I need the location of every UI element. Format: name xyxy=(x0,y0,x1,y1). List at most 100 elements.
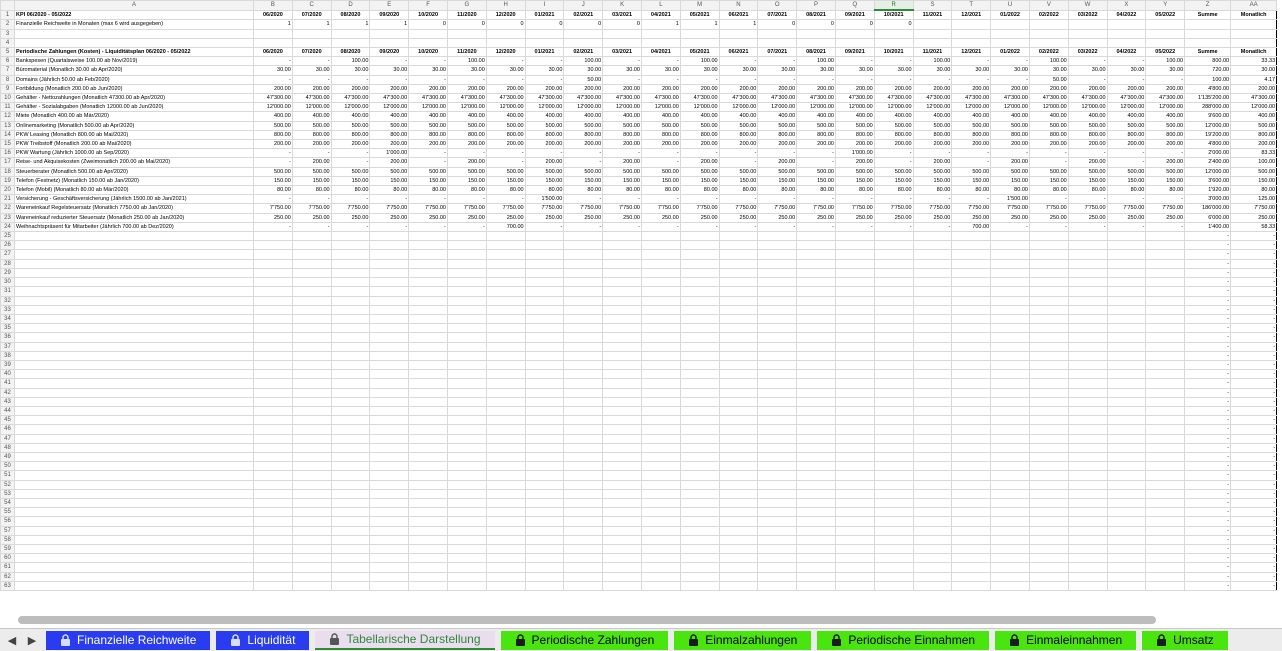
cell[interactable] xyxy=(1106,562,1147,573)
cost-value[interactable]: 800.00 xyxy=(757,129,798,141)
cost-value[interactable]: 200.00 xyxy=(524,83,565,95)
cell[interactable] xyxy=(602,267,642,279)
cell[interactable] xyxy=(912,332,953,343)
cost-value[interactable]: 30.00 xyxy=(718,65,759,76)
sum-dash[interactable]: - xyxy=(1184,258,1232,269)
cell[interactable] xyxy=(563,534,604,545)
column-header-f[interactable]: F xyxy=(408,0,448,11)
cost-value[interactable]: 150.00 xyxy=(563,175,604,187)
cell[interactable] xyxy=(1106,359,1147,371)
cell[interactable] xyxy=(524,323,565,334)
cell[interactable] xyxy=(912,267,953,279)
cost-sum[interactable]: 1'400.00 xyxy=(1184,221,1232,233)
cell[interactable] xyxy=(369,249,410,260)
cost-value[interactable]: 800.00 xyxy=(951,129,992,141)
cell[interactable] xyxy=(1067,350,1108,361)
month-header[interactable]: 10/2020 xyxy=(408,9,448,21)
cost-value[interactable]: 500.00 xyxy=(912,120,953,131)
cell[interactable] xyxy=(524,553,565,564)
cell[interactable] xyxy=(253,424,293,435)
cost-value[interactable]: 47'300.00 xyxy=(524,93,565,104)
cell[interactable] xyxy=(14,488,254,499)
cell[interactable] xyxy=(1145,534,1186,545)
cell[interactable] xyxy=(951,442,992,453)
cell[interactable] xyxy=(640,562,681,573)
cost-value[interactable]: - xyxy=(408,157,448,168)
cell[interactable] xyxy=(14,516,254,527)
cell[interactable] xyxy=(330,258,371,269)
cell[interactable] xyxy=(563,313,604,325)
cost-value[interactable]: 200.00 xyxy=(873,139,914,150)
cost-value[interactable]: 80.00 xyxy=(951,185,992,196)
cell[interactable] xyxy=(990,525,1030,536)
cell[interactable] xyxy=(679,534,720,545)
cell[interactable] xyxy=(485,396,526,407)
cell[interactable] xyxy=(446,350,487,361)
cost-value[interactable]: 47'300.00 xyxy=(369,93,410,104)
cost-value[interactable]: 200.00 xyxy=(253,83,293,95)
cell[interactable] xyxy=(485,580,526,592)
cost-value[interactable]: 800.00 xyxy=(602,129,642,141)
cell[interactable] xyxy=(524,516,565,527)
cell[interactable] xyxy=(14,359,254,371)
cell[interactable] xyxy=(14,451,254,463)
month-header[interactable]: 10/2021 xyxy=(873,9,914,21)
cell[interactable] xyxy=(951,341,992,352)
cell[interactable] xyxy=(718,295,759,306)
cost-value[interactable]: - xyxy=(718,74,759,85)
cell[interactable] xyxy=(369,258,410,269)
cell[interactable] xyxy=(602,258,642,269)
cost-value[interactable]: - xyxy=(834,221,875,233)
cell[interactable] xyxy=(873,295,914,306)
cell[interactable] xyxy=(873,461,914,472)
cell[interactable] xyxy=(563,295,604,306)
cell[interactable] xyxy=(1028,267,1069,279)
cost-value[interactable]: 12'000.00 xyxy=(253,102,293,113)
cell[interactable] xyxy=(408,525,448,536)
cell[interactable] xyxy=(524,231,565,242)
cell[interactable] xyxy=(912,580,953,592)
cell[interactable] xyxy=(1067,396,1108,407)
cell[interactable] xyxy=(291,286,332,297)
cell[interactable] xyxy=(1106,28,1147,39)
cell[interactable] xyxy=(912,525,953,536)
cell[interactable] xyxy=(524,488,565,499)
cost-value[interactable]: 80.00 xyxy=(524,185,565,196)
cost-value[interactable]: 80.00 xyxy=(990,185,1030,196)
row-header[interactable]: 48 xyxy=(0,442,15,453)
cell[interactable] xyxy=(951,553,992,564)
monthly-dash[interactable]: - xyxy=(1230,240,1278,251)
cell[interactable] xyxy=(485,313,526,325)
cell[interactable] xyxy=(485,369,526,380)
cell[interactable] xyxy=(14,378,254,389)
cell[interactable] xyxy=(253,543,293,555)
cost-value[interactable]: 47'300.00 xyxy=(679,93,720,104)
cell[interactable] xyxy=(14,442,254,453)
month-header[interactable]: 03/2022 xyxy=(1067,47,1108,58)
cell[interactable] xyxy=(718,231,759,242)
cost-value[interactable]: 80.00 xyxy=(640,185,681,196)
cell[interactable] xyxy=(796,295,836,306)
cost-value[interactable]: 500.00 xyxy=(679,120,720,131)
cell[interactable] xyxy=(757,378,798,389)
cost-value[interactable]: - xyxy=(253,148,293,159)
cell[interactable] xyxy=(1067,277,1108,288)
cell[interactable] xyxy=(834,332,875,343)
cell[interactable] xyxy=(1028,488,1069,499)
cell[interactable] xyxy=(1106,470,1147,481)
cell[interactable] xyxy=(951,359,992,371)
cell[interactable] xyxy=(640,28,681,39)
cost-value[interactable]: - xyxy=(524,56,565,67)
cell[interactable] xyxy=(1106,479,1147,490)
cell[interactable] xyxy=(602,553,642,564)
cost-value[interactable]: 250.00 xyxy=(951,212,992,223)
cell[interactable] xyxy=(873,571,914,582)
cell[interactable] xyxy=(834,231,875,242)
cost-value[interactable]: 700.00 xyxy=(485,221,526,233)
cost-value[interactable]: 30.00 xyxy=(291,65,332,76)
cell[interactable] xyxy=(990,37,1030,49)
cost-value[interactable]: 800.00 xyxy=(1028,129,1069,141)
cell[interactable] xyxy=(330,534,371,545)
cost-value[interactable]: 200.00 xyxy=(834,83,875,95)
cell[interactable] xyxy=(563,405,604,417)
